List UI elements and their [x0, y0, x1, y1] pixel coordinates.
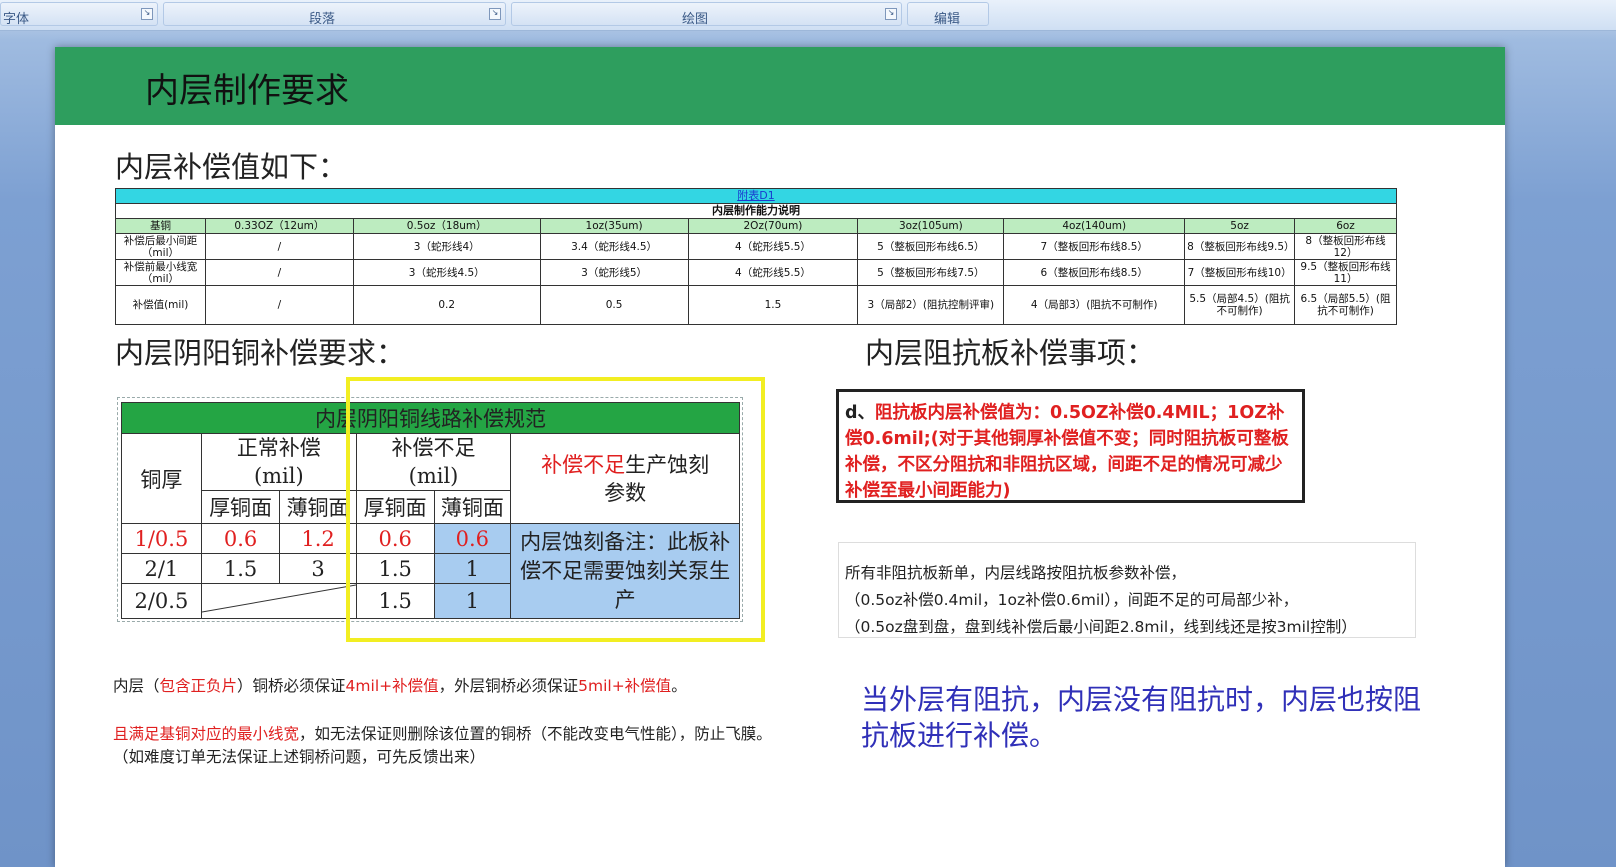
- header-cell: 1oz(35um): [539, 218, 689, 234]
- non-impedance-note-box[interactable]: 所有非阻抗板新单，内层线路按阻抗板参数补偿， （0.5oz补偿0.4mil，1o…: [838, 542, 1416, 638]
- appendix-link[interactable]: 附表D1: [115, 188, 1397, 204]
- table-cell: /: [204, 285, 354, 325]
- table-cell: 3（局部2）(阻抗控制评审): [857, 285, 1005, 325]
- header-cell: 4oz(140um): [1003, 218, 1186, 234]
- ribbon-group-label: 绘图: [682, 12, 709, 27]
- table-cell: 7（整板回形布线8.5）: [1003, 233, 1186, 260]
- header-cell: 6oz: [1294, 218, 1397, 234]
- note-line: （0.5oz补偿0.4mil，1oz补偿0.6mil），间距不足的可局部少补，: [845, 591, 1299, 609]
- thickness-cell: 2/0.5: [121, 583, 202, 619]
- text-run-red: 5mil+补偿值: [578, 677, 672, 695]
- table-cell: 5（整板回形布线7.5）: [857, 259, 1005, 286]
- value-cell: 3: [279, 553, 357, 584]
- value-cell: 1.5: [200, 553, 281, 584]
- slide-title[interactable]: 内层制作要求: [145, 63, 349, 112]
- table-cell: 8（整板回形布线12）: [1294, 233, 1397, 260]
- table-cell: 5.5（局部4.5）(阻抗不可制作): [1184, 285, 1296, 325]
- header-cell-normal: 正常补偿 (mil): [200, 433, 357, 491]
- dialog-launcher-icon[interactable]: ↘: [885, 8, 897, 20]
- table-cell: 补偿后最小间距（mil）: [115, 233, 206, 260]
- slide-canvas[interactable]: 内层制作要求 内层补偿值如下： 附表D1 内层制作能力说明 基铜 0.33OZ（…: [55, 47, 1505, 867]
- section-heading-compensation[interactable]: 内层补偿值如下：: [115, 144, 347, 186]
- subheader-cell: 厚铜面: [200, 490, 281, 524]
- table-cell: 5（整板回形布线6.5）: [857, 233, 1005, 260]
- ribbon-group-label: 段落: [309, 12, 336, 27]
- diagonal-line: [201, 584, 356, 613]
- header-cell: 0.33OZ（12um）: [204, 218, 354, 234]
- copper-bridge-note-line3[interactable]: （如难度订单无法保证上述铜桥问题，可先反馈出来）: [113, 745, 485, 767]
- text-run: ，外层铜桥必须保证: [438, 677, 579, 695]
- table-cell: 4（蛇形线5.5）: [687, 233, 859, 260]
- ribbon-group-font[interactable]: 字体 ↘: [0, 2, 158, 27]
- note-prefix: d、: [845, 403, 876, 423]
- table-cell: 4（局部3）(阻抗不可制作): [1003, 285, 1186, 325]
- section-heading-impedance[interactable]: 内层阻抗板补偿事项：: [865, 330, 1155, 372]
- copper-bridge-note-line1[interactable]: 内层（包含正负片）铜桥必须保证4mil+补偿值，外层铜桥必须保证5mil+补偿值…: [113, 674, 687, 696]
- header-unit: (mil): [253, 464, 304, 488]
- highlight-rectangle[interactable]: [346, 377, 765, 642]
- table-cell: 3.4（蛇形线4.5）: [539, 233, 689, 260]
- outer-layer-impedance-note[interactable]: 当外层有阻抗，内层没有阻抗时，内层也按阻抗板进行补偿。: [861, 682, 1421, 754]
- capability-table[interactable]: 附表D1 内层制作能力说明 基铜 0.33OZ（12um） 0.5oz（18um…: [115, 188, 1397, 325]
- text-run-red: 包含正负片: [159, 677, 238, 695]
- table-cell: 3（蛇形线4）: [352, 233, 541, 260]
- header-text: 正常补偿: [236, 436, 321, 460]
- table-caption: 内层制作能力说明: [115, 203, 1397, 219]
- text-run: ，如无法保证则删除该位置的铜桥（不能改变电气性能），防止飞膜。: [299, 725, 772, 743]
- table-cell: 6（整板回形布线8.5）: [1003, 259, 1186, 286]
- table-cell: 补偿值(mil): [115, 285, 206, 325]
- ribbon-group-label: 编辑: [934, 12, 961, 27]
- impedance-note-text: 阻抗板内层补偿值为：0.5OZ补偿0.4MIL；1OZ补偿0.6mil;(对于其…: [845, 403, 1289, 501]
- title-banner: 内层制作要求: [55, 47, 1505, 125]
- value-cell: 1.2: [279, 523, 357, 554]
- header-cell: 3oz(105um): [857, 218, 1005, 234]
- text-run-red: 且满足基铜对应的最小线宽: [113, 725, 300, 743]
- ribbon-group-editing[interactable]: 编辑: [907, 2, 989, 27]
- text-run-red: 4mil+补偿值: [345, 677, 439, 695]
- header-cell: 2Oz(70um): [687, 218, 859, 234]
- thickness-cell: 2/1: [121, 553, 202, 584]
- table-cell: /: [204, 233, 354, 260]
- copper-bridge-note-line2[interactable]: 且满足基铜对应的最小线宽，如无法保证则删除该位置的铜桥（不能改变电气性能），防止…: [113, 722, 772, 744]
- table-cell: 6.5（局部5.5）(阻抗不可制作): [1294, 285, 1397, 325]
- table-cell: 7（整板回形布线10）: [1184, 259, 1296, 286]
- empty-diagonal-cell: [200, 583, 357, 619]
- table-cell: 9.5（整板回形布线11）: [1294, 259, 1397, 286]
- table-cell: 3（蛇形线4.5）: [352, 259, 541, 286]
- text-run: ）铜桥必须保证: [237, 677, 346, 695]
- note-line: 所有非阻抗板新单，内层线路按阻抗板参数补偿，: [845, 564, 1187, 582]
- table-cell: 4（蛇形线5.5）: [687, 259, 859, 286]
- ribbon-group-bar: 字体 ↘ 段落 ↘ 绘图 ↘ 编辑: [0, 0, 1616, 31]
- subheader-cell: 薄铜面: [279, 490, 357, 524]
- table-row: 补偿值(mil) / 0.2 0.5 1.5 3（局部2）(阻抗控制评审) 4（…: [115, 285, 1397, 325]
- header-cell: 5oz: [1184, 218, 1296, 234]
- ribbon-group-label: 字体: [3, 12, 30, 27]
- table-cell: 0.5: [539, 285, 689, 325]
- impedance-note-box[interactable]: d、阻抗板内层补偿值为：0.5OZ补偿0.4MIL；1OZ补偿0.6mil;(对…: [836, 389, 1305, 503]
- dialog-launcher-icon[interactable]: ↘: [141, 8, 153, 20]
- table-cell: /: [204, 259, 354, 286]
- value-cell: 0.6: [200, 523, 281, 554]
- thickness-cell: 1/0.5: [121, 523, 202, 554]
- text-run: 。: [671, 677, 687, 695]
- table-cell: 3（蛇形线5）: [539, 259, 689, 286]
- text-run: 内层（: [113, 677, 160, 695]
- header-cell: 0.5oz（18um）: [352, 218, 541, 234]
- ribbon-group-drawing[interactable]: 绘图 ↘: [511, 2, 902, 27]
- section-heading-yinyang[interactable]: 内层阴阳铜补偿要求：: [115, 330, 405, 372]
- dialog-launcher-icon[interactable]: ↘: [489, 8, 501, 20]
- note-line: （0.5oz盘到盘，盘到线补偿后最小间距2.8mil，线到线还是按3mil控制）: [845, 618, 1357, 636]
- table-row: 补偿后最小间距（mil） / 3（蛇形线4） 3.4（蛇形线4.5） 4（蛇形线…: [115, 233, 1397, 260]
- table-cell: 0.2: [352, 285, 541, 325]
- header-cell: 铜厚: [121, 433, 202, 524]
- table-cell: 1.5: [687, 285, 859, 325]
- table-row: 补偿前最小线宽（mil） / 3（蛇形线4.5） 3（蛇形线5） 4（蛇形线5.…: [115, 259, 1397, 286]
- ribbon-group-paragraph[interactable]: 段落 ↘: [163, 2, 506, 27]
- table-cell: 8（整板回形布线9.5）: [1184, 233, 1296, 260]
- header-cell: 基铜: [115, 218, 206, 234]
- table-cell: 补偿前最小线宽（mil）: [115, 259, 206, 286]
